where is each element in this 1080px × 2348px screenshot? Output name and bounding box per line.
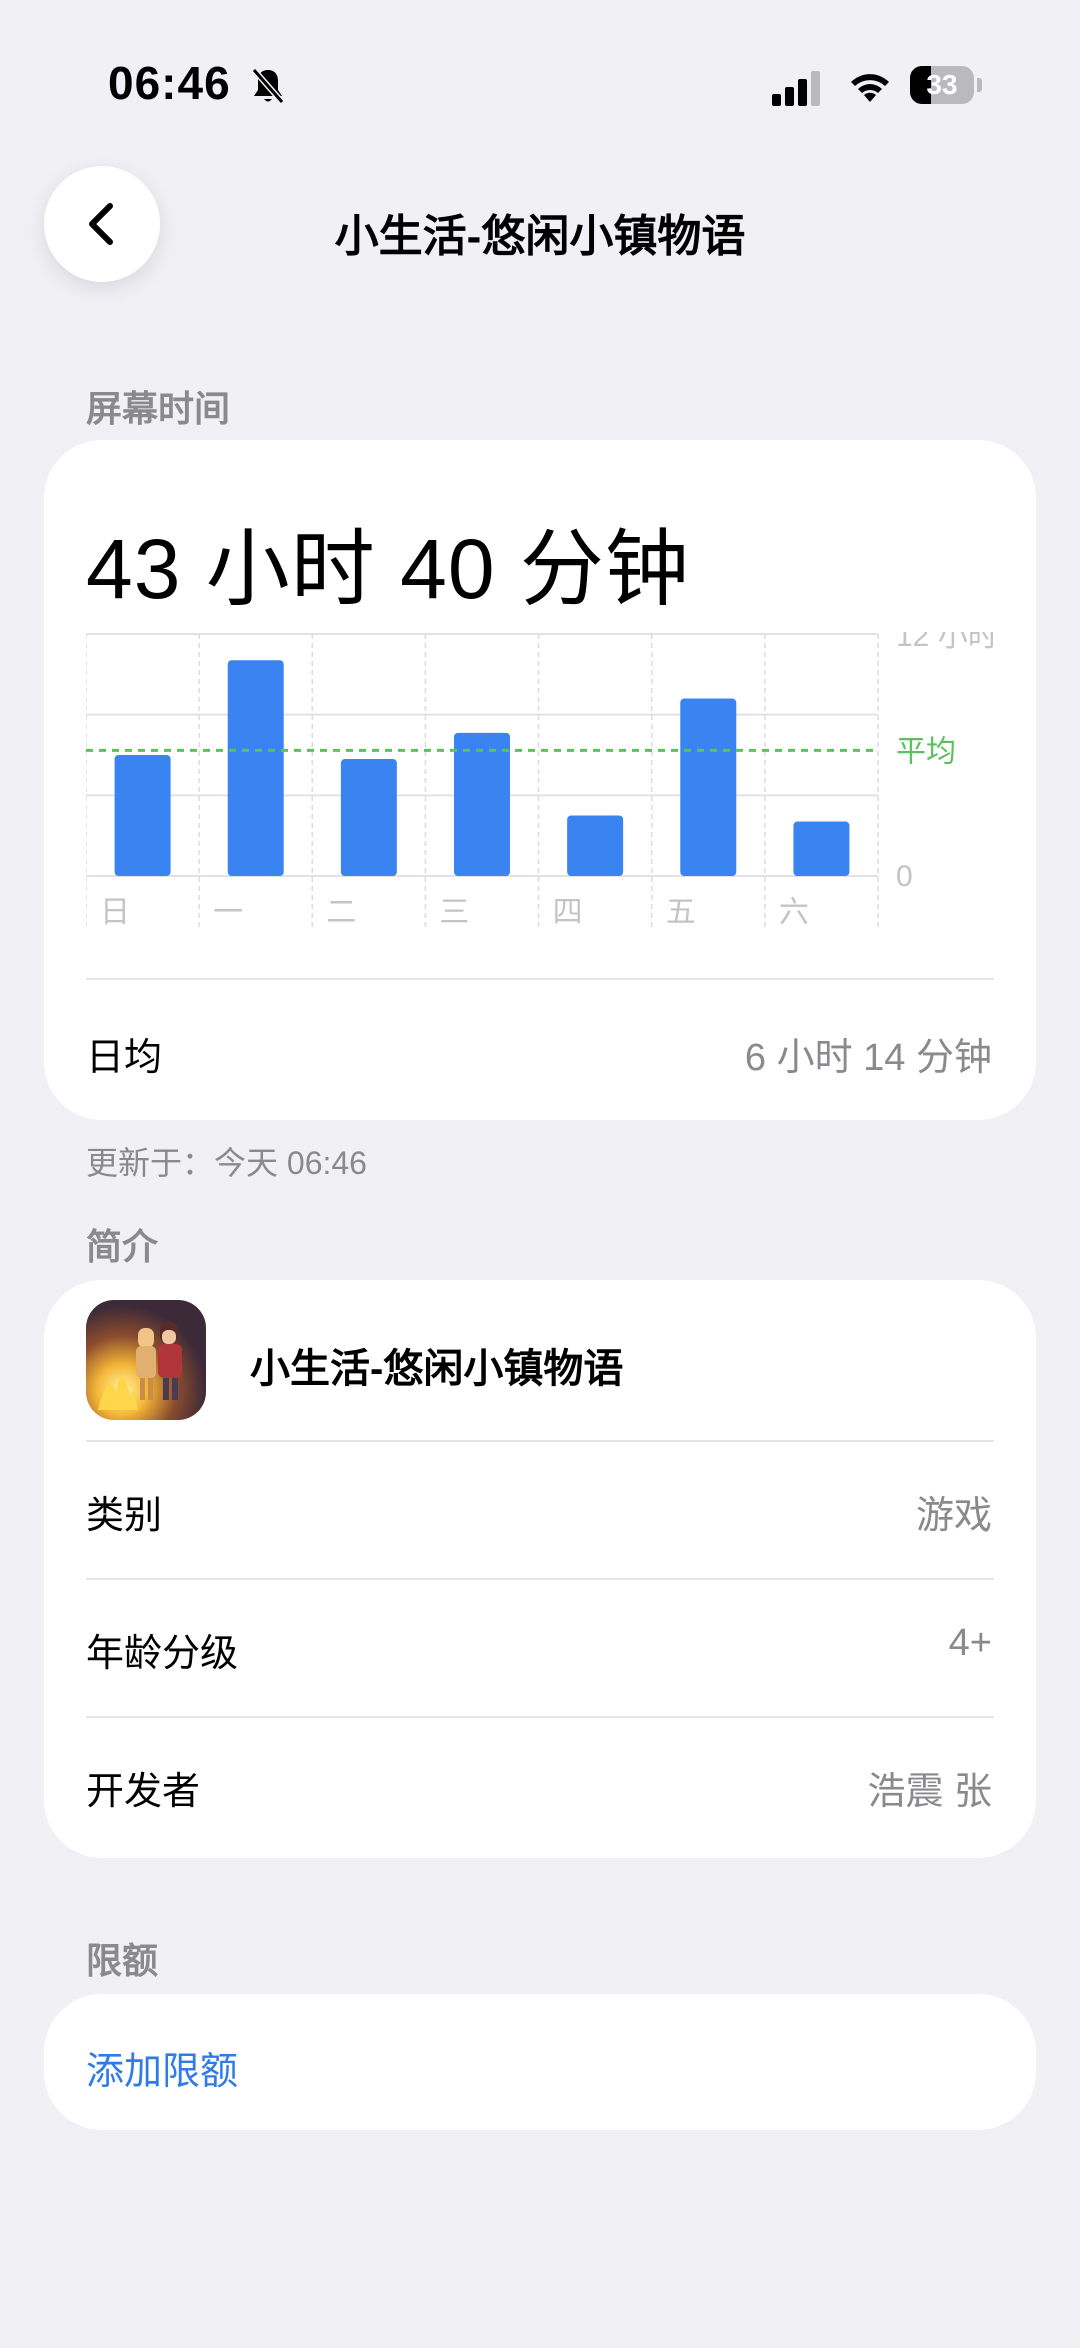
x-tick-label: 二 — [326, 896, 356, 929]
battery-icon: 33 — [910, 66, 982, 106]
intro-card: 小生活-悠闲小镇物语 类别 游戏 年龄分级 4+ 开发者 浩震 张 — [44, 1280, 1036, 1858]
divider — [86, 1578, 994, 1580]
limit-card[interactable]: 添加限额 — [44, 1994, 1036, 2130]
daily-average-label: 日均 — [86, 1037, 163, 1079]
bar-5 — [680, 698, 737, 876]
x-tick-label: 日 — [100, 896, 130, 929]
divider — [86, 978, 994, 980]
add-limit-button[interactable]: 添加限额 — [86, 2040, 238, 2095]
y-tick-label-max: 12 小时 — [896, 632, 998, 653]
bar-2 — [340, 759, 397, 876]
signal-icon — [772, 71, 820, 106]
limit-section-label: 限额 — [86, 1940, 159, 1981]
bar-0 — [114, 755, 171, 876]
updated-timestamp: 更新于：今天 06:46 — [86, 1145, 367, 1181]
battery-level: 33 — [926, 69, 958, 100]
total-screen-time: 43 小时 40 分钟 — [86, 522, 690, 616]
wifi-icon — [851, 74, 889, 102]
intro-section-label: 简介 — [86, 1226, 159, 1267]
app-name: 小生活-悠闲小镇物语 — [250, 1347, 624, 1391]
bar-1 — [227, 660, 284, 876]
screen-time-section-label: 屏幕时间 — [86, 388, 231, 429]
daily-average-value: 6 小时 14 分钟 — [744, 1037, 992, 1079]
usage-bar-chart: 日 一 二 三 四 五 六 12 小时平均 0 — [86, 632, 998, 929]
screen-time-card[interactable]: 43 小时 40 分钟 日 一 二 三 四 五 六 12 小时平均 0 日均 6 小时 14 分… — [44, 440, 1036, 1120]
x-tick-label: 三 — [439, 896, 469, 929]
page-title: 小生活-悠闲小镇物语 — [334, 212, 746, 261]
divider — [86, 1716, 994, 1718]
x-tick-label: 四 — [553, 896, 583, 929]
bar-3 — [454, 732, 510, 876]
x-tick-label: 六 — [779, 896, 809, 929]
developer-value: 浩震 张 — [867, 1771, 992, 1813]
age-rating-value: 4+ — [948, 1622, 992, 1664]
bar-6 — [793, 821, 850, 876]
x-tick-label: 一 — [213, 896, 243, 929]
app-icon — [86, 1300, 206, 1420]
y-tick-label-zero: 0 — [896, 860, 913, 893]
average-label: 平均 — [896, 735, 956, 768]
status-time: 06:46 — [108, 57, 231, 109]
divider — [86, 1440, 994, 1442]
developer-label: 开发者 — [86, 1771, 201, 1813]
bell-slash-icon — [251, 68, 285, 104]
category-value: 游戏 — [915, 1495, 992, 1537]
category-label: 类别 — [86, 1495, 163, 1537]
bar-4 — [567, 815, 624, 876]
age-rating-label: 年龄分级 — [86, 1633, 239, 1675]
x-tick-label: 五 — [666, 896, 696, 929]
